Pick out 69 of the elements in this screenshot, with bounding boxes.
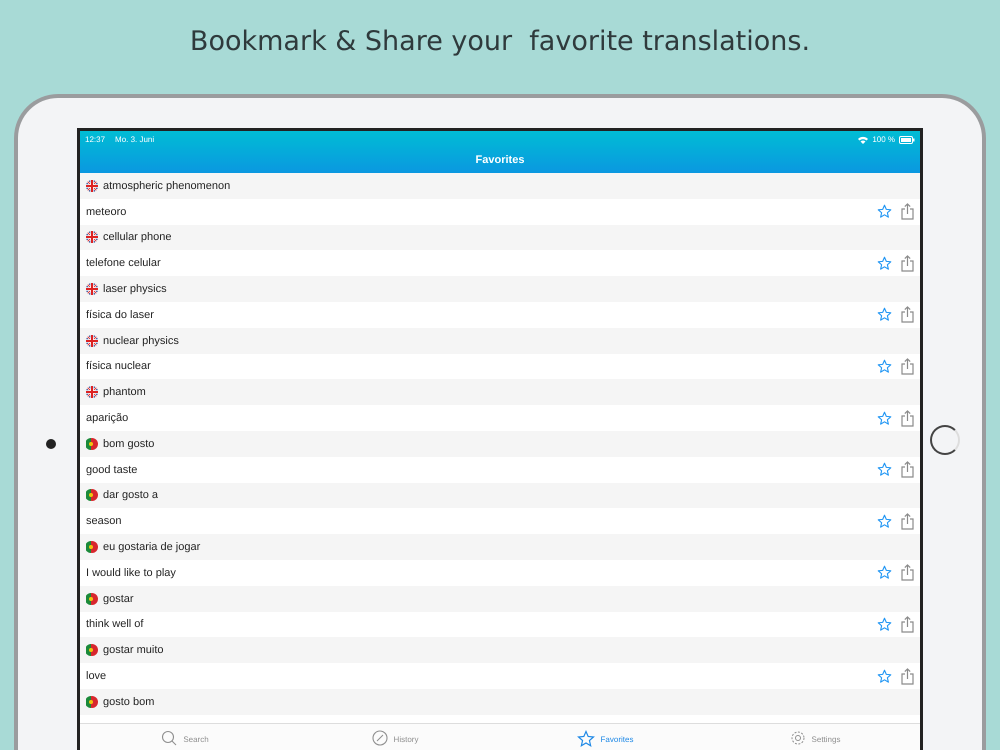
portugal-flag-icon — [86, 489, 98, 502]
source-term: gostar muito — [103, 644, 164, 656]
translation-text: season — [86, 515, 122, 528]
battery-icon — [899, 136, 915, 144]
uk-flag-icon — [86, 283, 98, 296]
star-icon[interactable] — [877, 616, 892, 632]
portugal-flag-icon — [86, 438, 98, 450]
star-icon[interactable] — [877, 204, 892, 220]
source-term: gostar — [103, 592, 134, 605]
star-icon[interactable] — [877, 514, 892, 529]
portugal-flag-icon — [86, 696, 98, 708]
headline: Bookmark & Share your favorite translations. — [190, 26, 810, 59]
share-icon[interactable] — [901, 410, 914, 427]
share-icon[interactable] — [901, 564, 914, 582]
tab[interactable]: Settings — [710, 724, 920, 750]
uk-flag-icon — [86, 180, 98, 192]
star-icon[interactable] — [877, 256, 892, 271]
translation-text: love — [86, 670, 108, 682]
uk-flag-icon — [86, 334, 98, 347]
translation-text: I would like to play — [86, 566, 177, 579]
translation-text: good taste — [86, 464, 138, 476]
source-term: bom gosto — [103, 438, 154, 450]
star-icon[interactable] — [877, 410, 892, 426]
source-term: dar gosto a — [103, 489, 158, 502]
share-icon[interactable] — [901, 461, 914, 478]
source-term: atmospheric phenomenon — [103, 180, 230, 192]
source-term: laser physics — [103, 283, 167, 296]
star-icon[interactable] — [877, 307, 892, 322]
share-icon[interactable] — [901, 358, 914, 375]
wifi-icon — [858, 136, 868, 144]
share-icon[interactable] — [901, 203, 914, 220]
search-icon — [161, 730, 178, 746]
translation-text: física nuclear — [86, 360, 152, 372]
home-button[interactable] — [930, 425, 960, 455]
status-date: Mo. 3. Juni — [115, 135, 154, 144]
star-icon[interactable] — [877, 565, 892, 580]
tab[interactable]: Search — [80, 724, 290, 750]
status-time: 12:37 — [85, 135, 106, 144]
tab[interactable]: Favorites — [500, 724, 710, 750]
tab[interactable]: History — [290, 724, 500, 750]
translation-text: telefone celular — [86, 257, 162, 270]
source-term: nuclear physics — [103, 334, 179, 347]
translation-text: aparição — [86, 412, 130, 424]
source-term: phantom — [103, 386, 146, 398]
share-icon[interactable] — [901, 616, 914, 633]
translation-text: física do laser — [86, 308, 155, 321]
camera-icon — [46, 439, 56, 449]
source-term: cellular phone — [103, 231, 172, 244]
nav-title: Favorites — [474, 154, 526, 166]
portugal-flag-icon — [86, 541, 98, 554]
source-term: gosto bom — [103, 696, 154, 708]
portugal-flag-icon — [86, 644, 98, 656]
settings-icon — [790, 730, 806, 746]
uk-flag-icon — [86, 386, 98, 398]
share-icon[interactable] — [901, 254, 914, 272]
translation-text: think well of — [86, 618, 144, 630]
star-icon[interactable] — [877, 358, 892, 374]
compass-icon — [372, 730, 388, 746]
star-icon[interactable] — [877, 668, 892, 684]
star-icon[interactable] — [877, 462, 892, 478]
share-icon[interactable] — [901, 668, 914, 685]
uk-flag-icon — [86, 231, 98, 244]
share-icon[interactable] — [901, 512, 914, 530]
translation-text: meteoro — [86, 206, 128, 218]
portugal-flag-icon — [86, 592, 98, 605]
star-icon — [576, 730, 595, 748]
source-term: eu gostaria de jogar — [103, 541, 200, 554]
share-icon[interactable] — [901, 306, 914, 324]
battery-percent: 100 % — [872, 135, 895, 144]
